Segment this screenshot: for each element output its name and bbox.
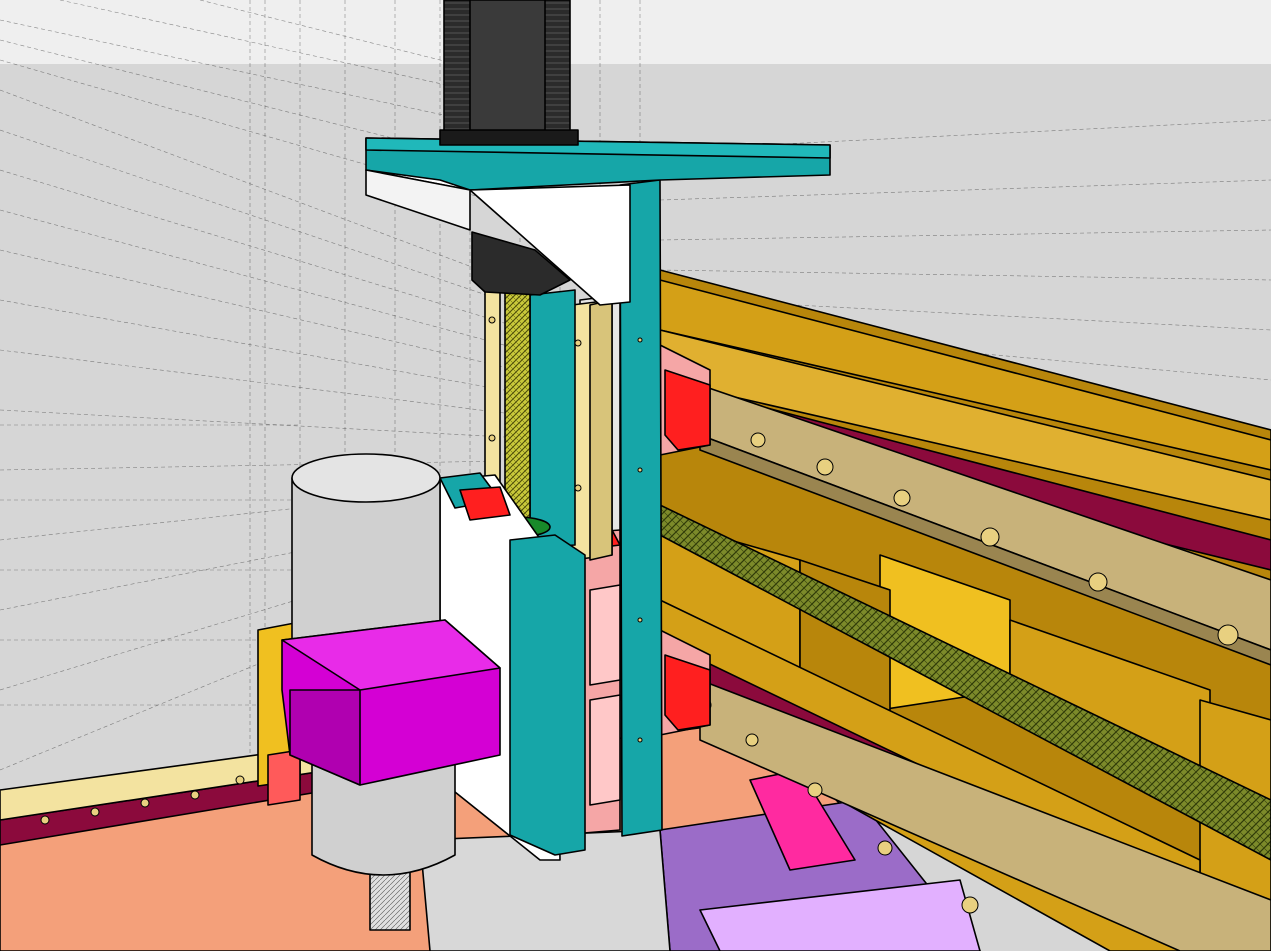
sky [0,0,1271,64]
cad-viewport[interactable] [0,0,1271,951]
stepper-motor-icon [439,0,579,146]
cnc-gantry-model [0,0,1271,951]
